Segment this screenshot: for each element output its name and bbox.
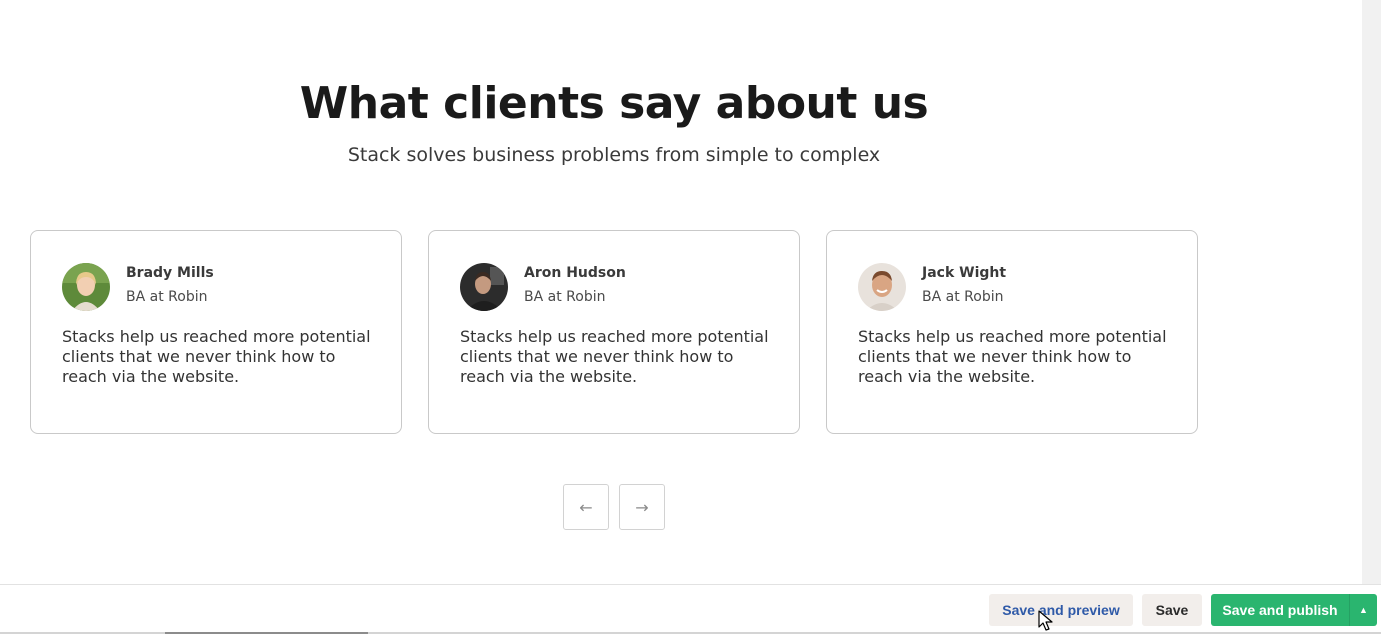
- save-and-preview-button[interactable]: Save and preview: [989, 594, 1133, 626]
- testimonial-name: Jack Wight: [922, 265, 1007, 281]
- publish-button-group: Save and publish ▲: [1211, 594, 1377, 626]
- testimonial-role: BA at Robin: [922, 289, 1004, 305]
- horizontal-scrollbar[interactable]: [0, 632, 1381, 634]
- carousel-next-button[interactable]: →: [619, 484, 665, 530]
- page: What clients say about us Stack solves b…: [0, 0, 1381, 636]
- save-button[interactable]: Save: [1142, 594, 1202, 626]
- section-subtitle: Stack solves business problems from simp…: [347, 144, 881, 166]
- testimonial-name: Aron Hudson: [524, 265, 626, 281]
- testimonial-card: Aron Hudson BA at Robin Stacks help us r…: [428, 230, 800, 434]
- mouse-cursor-icon: [1038, 610, 1053, 631]
- save-and-publish-button[interactable]: Save and publish: [1211, 594, 1349, 626]
- avatar-photo-icon: [858, 263, 906, 311]
- carousel-prev-button[interactable]: ←: [563, 484, 609, 530]
- section-title: What clients say about us: [299, 78, 929, 129]
- horizontal-scrollbar-thumb[interactable]: [165, 632, 368, 634]
- publish-options-toggle[interactable]: ▲: [1349, 594, 1377, 626]
- testimonial-quote: Stacks help us reached more potential cl…: [62, 327, 371, 386]
- caret-up-icon: ▲: [1359, 605, 1368, 615]
- testimonial-role: BA at Robin: [126, 289, 208, 305]
- arrow-left-icon: ←: [579, 497, 593, 517]
- arrow-right-icon: →: [635, 497, 649, 517]
- testimonial-name: Brady Mills: [126, 265, 214, 281]
- testimonial-quote: Stacks help us reached more potential cl…: [460, 327, 769, 386]
- avatar-photo-icon: [460, 263, 508, 311]
- avatar-photo-icon: [62, 263, 110, 311]
- testimonial-quote: Stacks help us reached more potential cl…: [858, 327, 1167, 386]
- scrollbar-track[interactable]: [1362, 0, 1381, 584]
- testimonial-card: Jack Wight BA at Robin Stacks help us re…: [826, 230, 1198, 434]
- testimonial-role: BA at Robin: [524, 289, 606, 305]
- testimonial-card: Brady Mills BA at Robin Stacks help us r…: [30, 230, 402, 434]
